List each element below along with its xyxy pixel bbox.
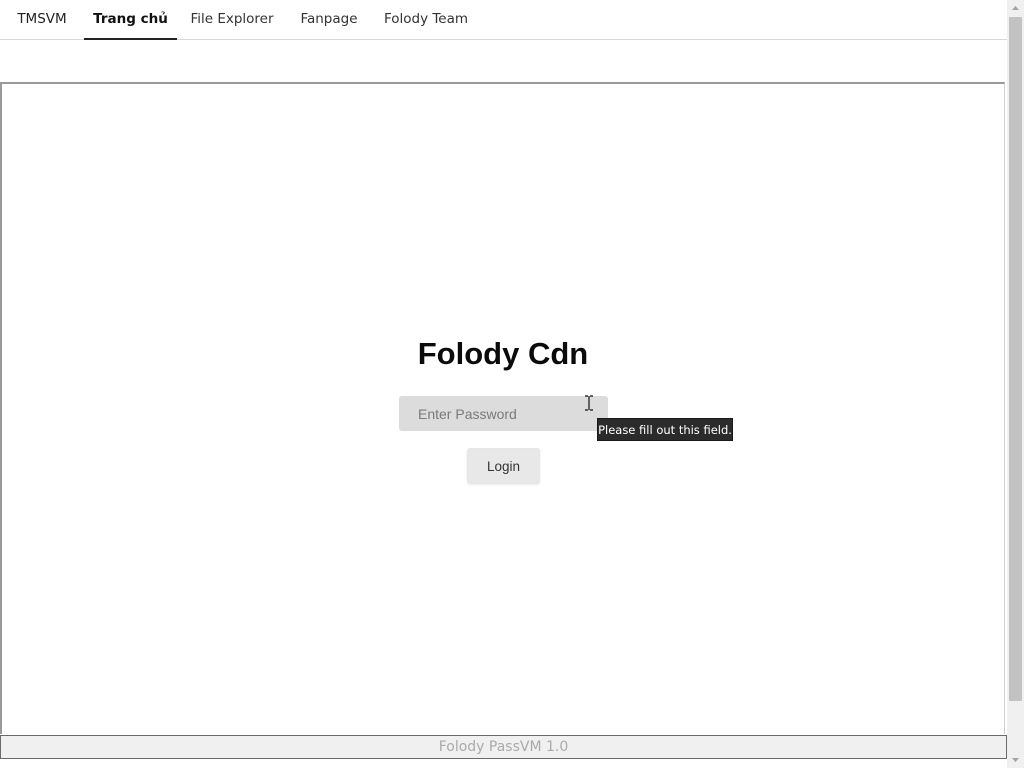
nav-item-trang-chu[interactable]: Trang chủ (84, 0, 177, 40)
login-title: Folody Cdn (417, 336, 589, 371)
nav-item-folody-team[interactable]: Folody Team (371, 0, 481, 39)
nav-item-file-explorer[interactable]: File Explorer (177, 0, 287, 39)
nav-item-fanpage[interactable]: Fanpage (287, 0, 371, 39)
page: TMSVM Trang chủ File Explorer Fanpage Fo… (0, 0, 1024, 768)
text-cursor-icon (585, 395, 593, 411)
nav-brand[interactable]: TMSVM (0, 0, 84, 39)
top-navigation: TMSVM Trang chủ File Explorer Fanpage Fo… (0, 0, 1007, 40)
vertical-scrollbar[interactable] (1007, 0, 1024, 768)
arrow-down-icon[interactable] (1007, 751, 1024, 768)
password-input[interactable] (399, 396, 608, 431)
validation-tooltip: Please fill out this field. (597, 418, 733, 441)
login-button[interactable]: Login (467, 448, 540, 484)
footer: Folody PassVM 1.0 (0, 735, 1007, 759)
arrow-up-icon[interactable] (1007, 0, 1024, 17)
scrollbar-thumb[interactable] (1009, 17, 1022, 701)
